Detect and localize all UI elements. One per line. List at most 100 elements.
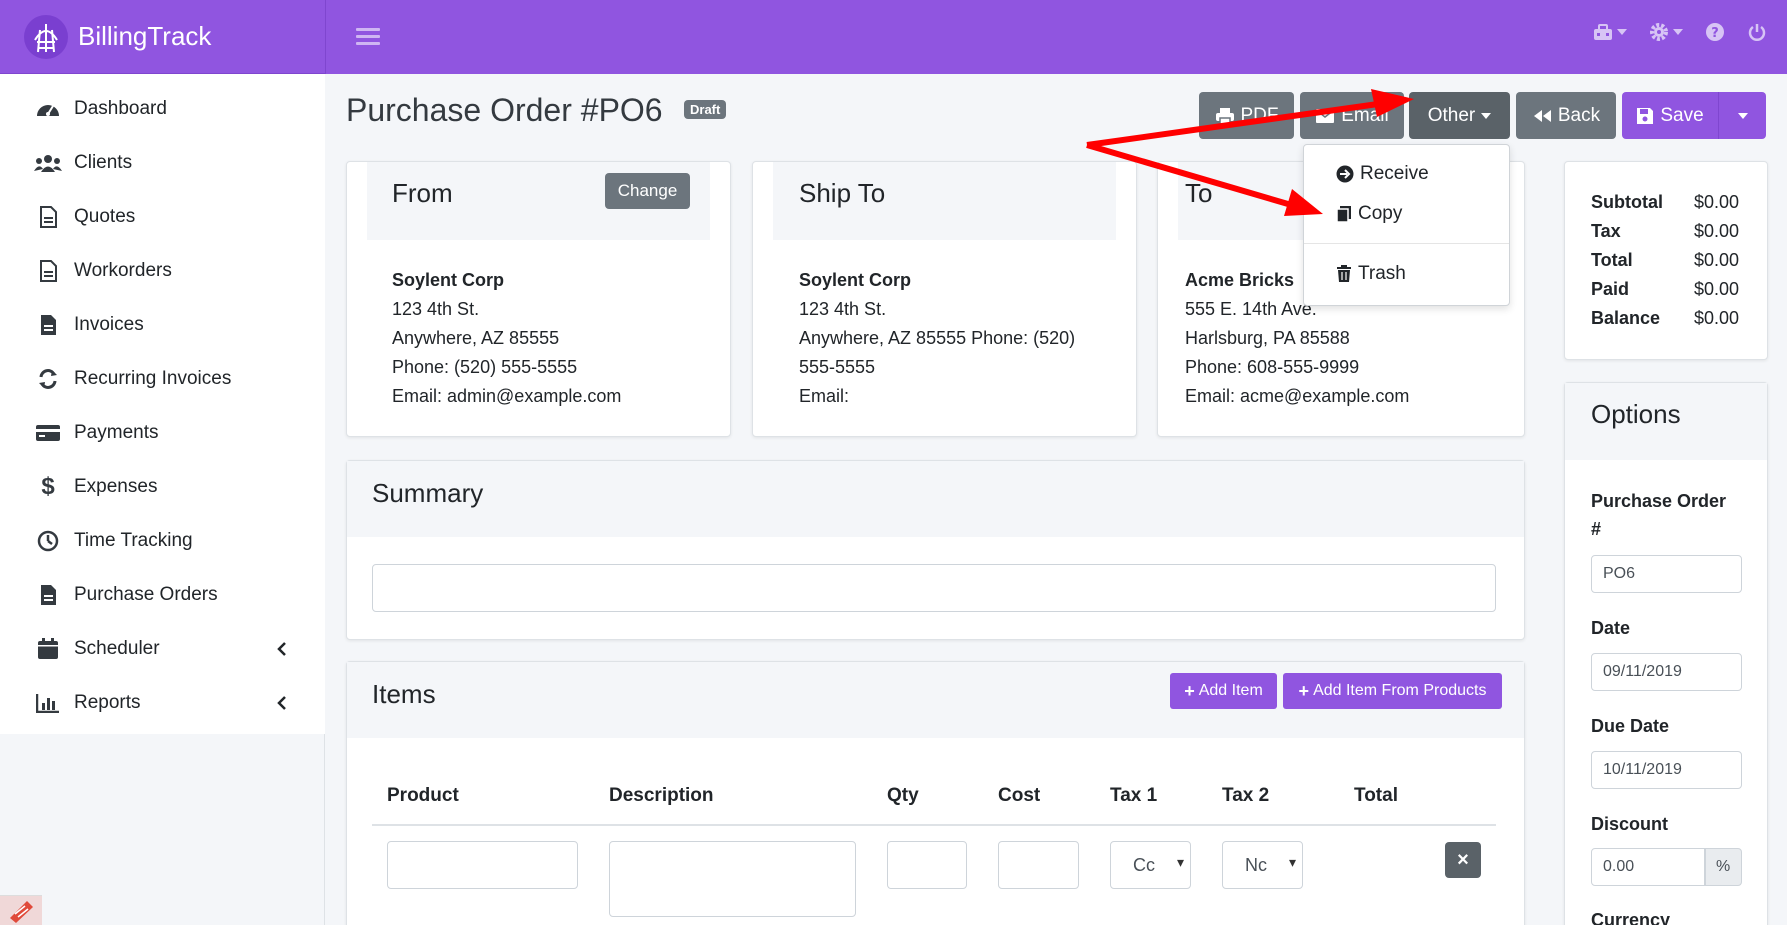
due-date-label: Due Date	[1591, 716, 1670, 736]
file-icon	[34, 584, 62, 606]
summary-input[interactable]	[372, 564, 1496, 612]
sidebar-item-clients[interactable]: Clients	[0, 136, 325, 190]
po-number-input[interactable]: PO6	[1591, 555, 1742, 593]
cost-input[interactable]	[998, 841, 1079, 889]
back-button[interactable]: Back	[1516, 92, 1616, 139]
to-name: Acme Bricks	[1185, 270, 1295, 290]
printer-icon	[1215, 107, 1234, 125]
add-item-button[interactable]: + Add Item	[1170, 673, 1277, 709]
sidebar-item-label: Invoices	[74, 314, 144, 335]
ship-to-line3: 555-5555	[799, 357, 876, 377]
product-input[interactable]	[387, 841, 578, 889]
pdf-button[interactable]: PDF	[1199, 92, 1294, 139]
column-header-description: Description	[609, 785, 714, 806]
top-navbar: ?	[325, 0, 1787, 74]
from-line3: Phone: (520) 555-5555	[392, 357, 578, 377]
discount-input[interactable]: 0.00	[1591, 848, 1705, 886]
email-button[interactable]: Email	[1300, 92, 1404, 139]
po-number-label-line2: #	[1591, 519, 1602, 539]
ship-to-line2: Anywhere, AZ 85555 Phone: (520)	[799, 328, 1076, 348]
svg-text:?: ?	[1711, 26, 1719, 41]
plus-icon: +	[1184, 680, 1195, 701]
from-line4: Email: admin@example.com	[392, 386, 622, 406]
column-header-product: Product	[387, 785, 459, 806]
add-item-from-products-button[interactable]: + Add Item From Products	[1283, 673, 1502, 709]
from-title: From	[392, 178, 453, 208]
tax1-select[interactable]: Cc	[1110, 841, 1191, 889]
discount-label: Discount	[1591, 814, 1669, 834]
page-title: Purchase Order #PO6	[346, 92, 663, 128]
logout-button[interactable]	[1747, 22, 1767, 42]
other-dropdown-button[interactable]: Other	[1409, 92, 1510, 139]
to-line2: Harlsburg, PA 85588	[1185, 328, 1350, 348]
from-name: Soylent Corp	[392, 270, 505, 290]
sidebar-item-workorders[interactable]: Workorders	[0, 244, 325, 298]
sidebar-item-scheduler[interactable]: Scheduler	[0, 622, 325, 676]
ship-to-line4: Email:	[799, 386, 850, 406]
summary-title: Summary	[372, 478, 484, 508]
sync-icon	[34, 368, 62, 390]
sidebar-item-label: Time Tracking	[74, 530, 193, 551]
save-button[interactable]: Save	[1622, 92, 1718, 139]
chevron-left-icon	[277, 642, 286, 656]
sidebar-item-recurring-invoices[interactable]: Recurring Invoices	[0, 352, 325, 406]
settings-menu[interactable]	[1649, 22, 1683, 42]
sidebar-item-label: Payments	[74, 422, 159, 443]
sidebar-item-time-tracking[interactable]: Time Tracking	[0, 514, 325, 568]
status-badge: Draft	[684, 100, 727, 119]
arrow-circle-right-icon	[1336, 165, 1354, 183]
tax-label: Tax	[1591, 221, 1621, 241]
file-icon	[34, 314, 62, 336]
menu-item-receive[interactable]: Receive	[1336, 163, 1429, 185]
description-textarea[interactable]	[609, 841, 856, 917]
change-button[interactable]: Change	[605, 173, 690, 209]
close-icon: ×	[1457, 848, 1469, 871]
options-title: Options	[1591, 399, 1681, 429]
sidebar-item-quotes[interactable]: Quotes	[0, 190, 325, 244]
column-header-qty: Qty	[887, 785, 919, 806]
column-header-tax1: Tax 1	[1110, 785, 1158, 806]
qty-input[interactable]	[887, 841, 967, 889]
other-label: Other	[1427, 104, 1476, 126]
sidebar-item-expenses[interactable]: $ Expenses	[0, 460, 325, 514]
brand[interactable]: BillingTrack	[0, 0, 325, 74]
sidebar-item-dashboard[interactable]: Dashboard	[0, 82, 325, 136]
sidebar-item-label: Expenses	[74, 476, 158, 497]
table-header-divider	[372, 824, 1496, 826]
clock-icon	[34, 530, 62, 552]
paid-value: $0.00	[1694, 279, 1740, 299]
menu-divider	[1304, 243, 1509, 244]
discount-unit: %	[1705, 848, 1742, 886]
debug-logo-icon	[0, 895, 42, 925]
toolbox-menu[interactable]	[1593, 23, 1627, 41]
balance-value: $0.00	[1694, 308, 1740, 328]
due-date-input[interactable]: 10/11/2019	[1591, 751, 1742, 789]
menu-item-trash[interactable]: Trash	[1336, 263, 1406, 285]
delete-row-button[interactable]: ×	[1445, 842, 1481, 878]
subtotal-value: $0.00	[1694, 192, 1740, 212]
brand-logo-icon	[24, 14, 68, 59]
app-title: BillingTrack	[78, 21, 212, 51]
sidebar-item-purchase-orders[interactable]: Purchase Orders	[0, 568, 325, 622]
paid-label: Paid	[1591, 279, 1630, 299]
chevron-down-icon	[1737, 112, 1748, 119]
gear-icon	[1650, 23, 1668, 41]
hamburger-menu-icon[interactable]	[356, 24, 380, 50]
po-number-label: Purchase Order #	[1591, 487, 1726, 543]
sidebar-item-invoices[interactable]: Invoices	[0, 298, 325, 352]
save-options-dropdown[interactable]	[1718, 92, 1766, 139]
menu-item-copy[interactable]: Copy	[1336, 203, 1402, 225]
chart-icon	[34, 693, 62, 713]
other-dropdown-menu: Receive Copy Trash	[1303, 144, 1510, 306]
sidebar-item-label: Purchase Orders	[74, 584, 218, 605]
currency-label: Currency	[1591, 910, 1671, 925]
calendar-icon	[34, 638, 62, 660]
sidebar-item-reports[interactable]: Reports	[0, 676, 325, 730]
help-button[interactable]: ?	[1705, 22, 1725, 42]
tax2-select[interactable]: Nc	[1222, 841, 1303, 889]
question-icon: ?	[1706, 23, 1724, 41]
ship-to-title: Ship To	[799, 178, 886, 208]
po-number-label-line1: Purchase Order	[1591, 491, 1727, 511]
date-input[interactable]: 09/11/2019	[1591, 653, 1742, 691]
sidebar-item-payments[interactable]: Payments	[0, 406, 325, 460]
